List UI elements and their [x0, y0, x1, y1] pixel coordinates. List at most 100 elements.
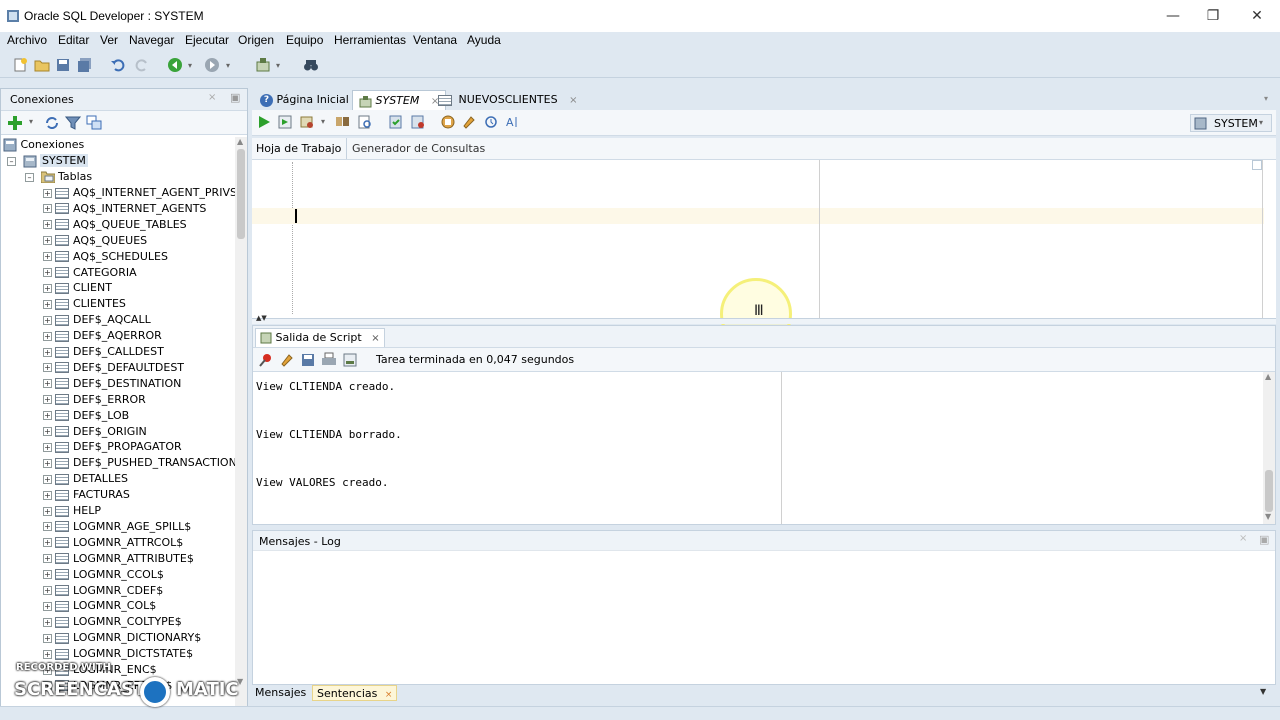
table-row[interactable]: + DEF$_PROPAGATOR	[43, 439, 182, 455]
run-statement-icon[interactable]	[256, 114, 272, 130]
collapse-icon[interactable]: –	[7, 156, 16, 166]
back-dropdown-icon[interactable]: ▾	[188, 61, 192, 70]
redo-icon[interactable]	[134, 57, 150, 73]
tree-folder-tablas[interactable]: – Tablas	[25, 169, 92, 185]
expand-icon[interactable]: +	[43, 538, 52, 548]
tab-close-icon[interactable]: ×	[385, 690, 393, 700]
collapse-icon[interactable]: –	[25, 172, 34, 182]
chevron-down-icon[interactable]: ▼	[1260, 687, 1266, 696]
minimize-panel-icon[interactable]: ▣	[1259, 533, 1269, 546]
tab-generador-de-consultas[interactable]: Generador de Consultas	[352, 142, 485, 155]
expand-icon[interactable]: +	[43, 570, 52, 580]
tree-scrollbar[interactable]: ▲ ▼	[235, 137, 247, 720]
expand-icon[interactable]: +	[43, 299, 52, 309]
add-connection-icon[interactable]	[7, 115, 23, 131]
commit-icon[interactable]	[388, 114, 404, 130]
schema-browser-icon[interactable]	[86, 115, 102, 131]
expand-icon[interactable]: +	[43, 617, 52, 627]
splitter[interactable]: ▲▼	[252, 314, 1276, 324]
menu-ver[interactable]: Ver	[98, 33, 120, 47]
table-row[interactable]: + DEF$_DEFAULTDEST	[43, 360, 184, 376]
close-panel-icon[interactable]: ×	[208, 92, 216, 103]
table-row[interactable]: + DETALLES	[43, 471, 128, 487]
table-row[interactable]: + AQ$_INTERNET_AGENT_PRIVS	[43, 185, 235, 201]
table-row[interactable]: + HELP	[43, 503, 101, 519]
menu-ventana[interactable]: Ventana	[411, 33, 459, 47]
expand-icon[interactable]: +	[43, 347, 52, 357]
sql-editor[interactable]: Ⅲ	[252, 160, 1276, 350]
run-script-icon[interactable]	[277, 114, 293, 130]
table-row[interactable]: + CLIENTES	[43, 296, 126, 312]
expand-icon[interactable]: +	[43, 188, 52, 198]
print-icon[interactable]	[321, 352, 337, 368]
menu-archivo[interactable]: Archivo	[5, 33, 49, 47]
tab-mensajes[interactable]: Mensajes	[255, 686, 306, 699]
tab-close-icon[interactable]: ×	[371, 333, 379, 344]
tab-sentencias[interactable]: Sentencias ×	[312, 685, 398, 701]
tab-salida-de-script[interactable]: Salida de Script ×	[255, 328, 385, 347]
scroll-thumb[interactable]	[1265, 470, 1273, 512]
expand-icon[interactable]: +	[43, 427, 52, 436]
minimize-panel-icon[interactable]: ▣	[230, 91, 240, 104]
expand-icon[interactable]: +	[43, 236, 52, 246]
tab-list-icon[interactable]: ▾	[1264, 94, 1268, 103]
forward-icon[interactable]	[204, 57, 220, 73]
expand-icon[interactable]: +	[43, 252, 52, 262]
refresh-icon[interactable]	[44, 115, 60, 131]
expand-icon[interactable]: +	[43, 204, 52, 214]
table-row[interactable]: + CLIENT	[43, 280, 112, 296]
output-scrollbar[interactable]: ▲ ▼	[1263, 372, 1275, 524]
table-row[interactable]: + LOGMNR_DICTIONARY$	[43, 630, 201, 646]
scroll-up-icon[interactable]: ▲	[237, 137, 243, 146]
sql-worksheet-icon[interactable]	[255, 57, 271, 73]
tab-close-icon[interactable]: ×	[569, 95, 577, 106]
expand-icon[interactable]: +	[43, 458, 52, 468]
table-row[interactable]: + DEF$_CALLDEST	[43, 344, 164, 360]
menu-herramientas[interactable]: Herramientas	[332, 33, 408, 47]
forward-dropdown-icon[interactable]: ▾	[226, 61, 230, 70]
add-dropdown-icon[interactable]: ▾	[29, 117, 33, 126]
expand-icon[interactable]: +	[43, 490, 52, 500]
table-row[interactable]: + AQ$_SCHEDULES	[43, 249, 168, 265]
expand-icon[interactable]: +	[43, 506, 52, 516]
scroll-down-icon[interactable]: ▼	[1265, 512, 1271, 521]
autotrace-icon[interactable]	[299, 114, 315, 130]
table-row[interactable]: + AQ$_QUEUE_TABLES	[43, 217, 187, 233]
table-row[interactable]: + DEF$_DESTINATION	[43, 376, 181, 392]
expand-icon[interactable]: +	[43, 522, 52, 532]
expand-icon[interactable]: +	[43, 379, 52, 389]
tree-root[interactable]: Conexiones	[3, 137, 84, 153]
clear-icon[interactable]	[461, 114, 477, 130]
close-panel-icon[interactable]: ×	[1239, 533, 1247, 544]
sql-tuning-icon[interactable]	[357, 114, 373, 130]
open-icon[interactable]	[342, 352, 358, 368]
table-row[interactable]: + LOGMNR_DICTSTATE$	[43, 646, 193, 662]
menu-origen[interactable]: Origen	[236, 33, 276, 47]
table-row[interactable]: + DEF$_ORIGIN	[43, 424, 147, 440]
save-all-icon[interactable]	[77, 57, 93, 73]
menu-ayuda[interactable]: Ayuda	[465, 33, 503, 47]
expand-icon[interactable]: +	[43, 283, 52, 293]
expand-icon[interactable]: +	[43, 331, 52, 341]
table-row[interactable]: + LOGMNR_ATTRIBUTE$	[43, 551, 194, 567]
autotrace-dropdown-icon[interactable]: ▾	[321, 117, 325, 126]
expand-icon[interactable]: +	[43, 411, 52, 421]
tab-hoja-de-trabajo[interactable]: Hoja de Trabajo	[256, 142, 341, 155]
menu-editar[interactable]: Editar	[56, 33, 91, 47]
expand-icon[interactable]: +	[43, 442, 52, 452]
save-icon[interactable]	[300, 352, 316, 368]
rollback-icon[interactable]	[410, 114, 426, 130]
table-row[interactable]: + LOGMNR_AGE_SPILL$	[43, 519, 191, 535]
back-icon[interactable]	[167, 57, 183, 73]
filter-icon[interactable]	[65, 115, 81, 131]
scroll-thumb[interactable]	[237, 149, 245, 239]
table-row[interactable]: + LOGMNR_ATTRCOL$	[43, 535, 183, 551]
splitter-arrows-icon[interactable]: ▲▼	[256, 314, 267, 322]
table-row[interactable]: + DEF$_ERROR	[43, 392, 146, 408]
table-row[interactable]: + FACTURAS	[43, 487, 130, 503]
new-file-icon[interactable]	[12, 57, 28, 73]
expand-icon[interactable]: +	[43, 586, 52, 595]
table-row[interactable]: + LOGMNR_CDEF$	[43, 583, 163, 599]
open-folder-icon[interactable]	[34, 57, 50, 73]
table-row[interactable]: + DEF$_AQCALL	[43, 312, 151, 328]
